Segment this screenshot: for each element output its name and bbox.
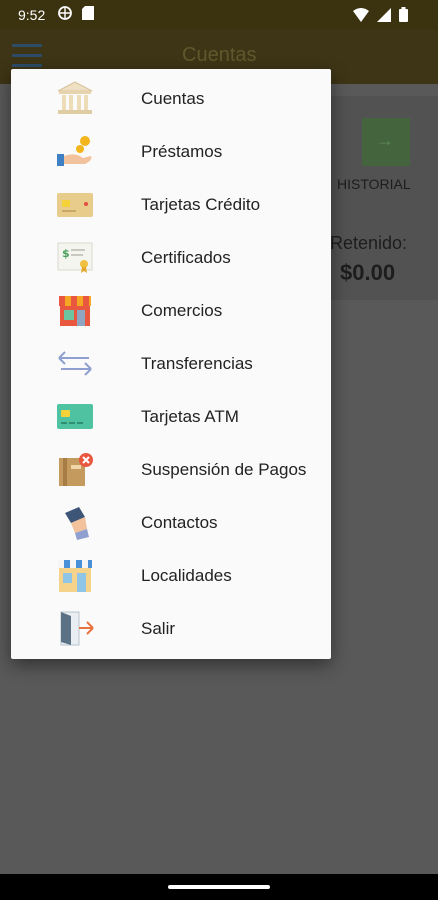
arrow-right-icon: → xyxy=(376,130,394,150)
credit-card-icon xyxy=(57,193,93,217)
home-gesture-pill[interactable] xyxy=(168,885,270,889)
menu-item-prestamos[interactable]: Préstamos xyxy=(11,124,331,177)
menu-item-label: Suspensión de Pagos xyxy=(141,460,307,479)
menu-item-label: Certificados xyxy=(141,248,231,267)
sd-card-icon xyxy=(82,6,94,20)
contact-icon xyxy=(65,507,89,540)
loan-icon xyxy=(57,136,92,166)
retenido-value: $0.00 xyxy=(340,260,396,285)
history-button[interactable]: → xyxy=(362,118,410,166)
bank-icon xyxy=(57,81,93,114)
menu-item-label: Contactos xyxy=(141,513,218,532)
menu-item-label: Comercios xyxy=(141,301,223,320)
menu-item-suspension-de-pagos[interactable]: Suspensión de Pagos xyxy=(11,442,331,495)
transfer-arrows-icon xyxy=(58,351,92,376)
suspend-payment-icon xyxy=(59,453,93,486)
menu-item-tarjetas-credito[interactable]: Tarjetas Crédito xyxy=(11,177,331,230)
store-icon xyxy=(59,296,91,326)
menu-item-label: Cuentas xyxy=(141,89,205,108)
history-label: HISTORIAL xyxy=(337,176,411,192)
menu-item-label: Tarjetas Crédito xyxy=(141,195,261,214)
menu-item-label: Préstamos xyxy=(141,142,223,161)
menu-item-transferencias[interactable]: Transferencias xyxy=(11,336,331,389)
menu-toggle-icon[interactable] xyxy=(12,44,42,68)
exit-door-icon xyxy=(60,611,94,646)
menu-item-salir[interactable]: Salir xyxy=(11,601,331,654)
menu-item-tarjetas-atm[interactable]: Tarjetas ATM xyxy=(11,389,331,442)
menu-item-contactos[interactable]: Contactos xyxy=(11,495,331,548)
status-bar: 9:52 xyxy=(0,0,438,30)
svg-text:$: $ xyxy=(62,247,70,260)
retenido-label: Retenido: xyxy=(330,233,408,253)
screen: 9:52 Cuentas → HISTORIAL Retenido: $0.00 xyxy=(0,0,438,900)
menu-item-label: Transferencias xyxy=(141,354,253,373)
certificate-icon: $ xyxy=(57,242,93,273)
battery-icon xyxy=(399,7,408,22)
menu-item-label: Localidades xyxy=(141,566,232,585)
wifi-icon xyxy=(353,7,369,22)
vpn-icon xyxy=(58,6,72,20)
menu-item-comercios[interactable]: Comercios xyxy=(11,283,331,336)
atm-card-icon xyxy=(57,404,93,429)
page-title: Cuentas xyxy=(182,44,257,66)
signal-icon xyxy=(377,7,391,22)
navigation-bar xyxy=(0,874,438,900)
menu-item-label: Tarjetas ATM xyxy=(141,407,239,426)
menu-item-localidades[interactable]: Localidades xyxy=(11,548,331,601)
building-icon xyxy=(58,560,92,592)
menu-item-cuentas[interactable]: Cuentas xyxy=(11,71,331,124)
menu-item-certificados[interactable]: $ Certificados xyxy=(11,230,331,283)
status-time: 9:52 xyxy=(18,7,46,23)
menu-item-label: Salir xyxy=(141,619,176,638)
navigation-menu: Cuentas Préstamos Tarjetas Crédito $ Cer… xyxy=(11,69,331,659)
